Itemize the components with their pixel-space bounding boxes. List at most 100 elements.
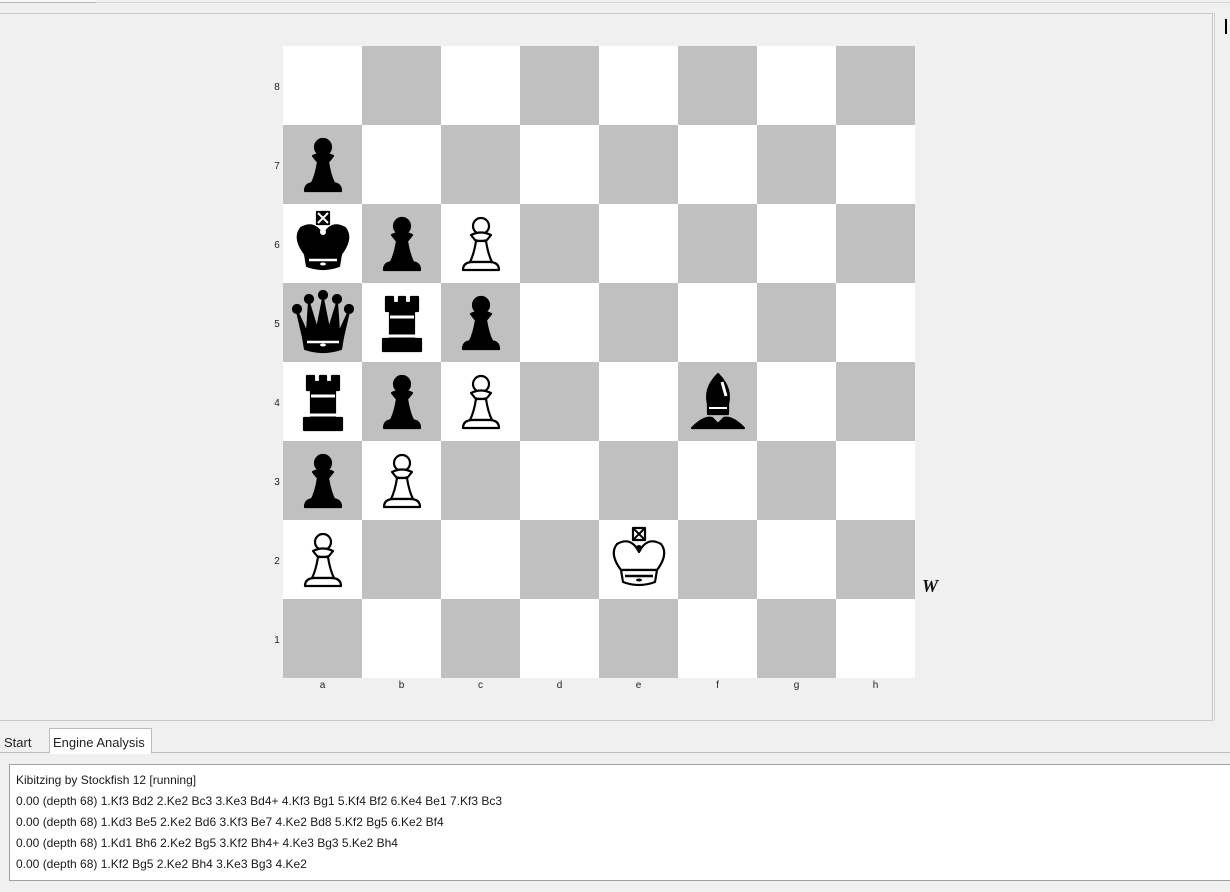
square-g1[interactable] <box>757 599 836 678</box>
black-pawn-icon[interactable] <box>441 283 520 362</box>
square-h4[interactable] <box>836 362 915 441</box>
square-a6[interactable] <box>283 204 362 283</box>
square-c1[interactable] <box>441 599 520 678</box>
square-b6[interactable] <box>362 204 441 283</box>
square-g8[interactable] <box>757 46 836 125</box>
square-b5[interactable] <box>362 283 441 362</box>
square-c3[interactable] <box>441 441 520 520</box>
black-rook-icon[interactable] <box>362 283 441 362</box>
square-h8[interactable] <box>836 46 915 125</box>
square-c8[interactable] <box>441 46 520 125</box>
black-pawn-icon[interactable] <box>362 362 441 441</box>
square-h3[interactable] <box>836 441 915 520</box>
white-pawn-icon[interactable] <box>441 362 520 441</box>
square-e5[interactable] <box>599 283 678 362</box>
square-a1[interactable] <box>283 599 362 678</box>
rank-label: 7 <box>274 161 280 172</box>
square-d3[interactable] <box>520 441 599 520</box>
square-f5[interactable] <box>678 283 757 362</box>
square-b4[interactable] <box>362 362 441 441</box>
square-b1[interactable] <box>362 599 441 678</box>
top-tab-stub[interactable] <box>0 0 96 3</box>
black-pawn-icon[interactable] <box>283 125 362 204</box>
square-a5[interactable] <box>283 283 362 362</box>
square-b2[interactable] <box>362 520 441 599</box>
square-b3[interactable] <box>362 441 441 520</box>
black-rook-icon[interactable] <box>283 362 362 441</box>
square-h7[interactable] <box>836 125 915 204</box>
square-f4[interactable] <box>678 362 757 441</box>
square-g4[interactable] <box>757 362 836 441</box>
square-f2[interactable] <box>678 520 757 599</box>
square-d6[interactable] <box>520 204 599 283</box>
square-b7[interactable] <box>362 125 441 204</box>
square-d5[interactable] <box>520 283 599 362</box>
square-e8[interactable] <box>599 46 678 125</box>
tab-start[interactable]: Start <box>0 728 46 753</box>
chess-board[interactable] <box>283 46 915 678</box>
side-to-move-indicator: W <box>922 576 939 596</box>
engine-analysis-output[interactable]: Kibitzing by Stockfish 12 [running] 0.00… <box>9 764 1230 881</box>
white-pawn-icon[interactable] <box>441 204 520 283</box>
square-g3[interactable] <box>757 441 836 520</box>
square-e6[interactable] <box>599 204 678 283</box>
square-e7[interactable] <box>599 125 678 204</box>
square-e4[interactable] <box>599 362 678 441</box>
square-f1[interactable] <box>678 599 757 678</box>
file-label: a <box>319 680 326 691</box>
square-h1[interactable] <box>836 599 915 678</box>
square-h5[interactable] <box>836 283 915 362</box>
square-g7[interactable] <box>757 125 836 204</box>
square-g6[interactable] <box>757 204 836 283</box>
file-label: c <box>478 680 483 691</box>
square-d8[interactable] <box>520 46 599 125</box>
square-d7[interactable] <box>520 125 599 204</box>
rank-label: 2 <box>274 556 280 567</box>
right-panel-splitter[interactable] <box>1214 13 1230 721</box>
square-h6[interactable] <box>836 204 915 283</box>
square-f8[interactable] <box>678 46 757 125</box>
bottom-tab-bar: Start Engine Analysis <box>0 728 1230 754</box>
rank-label: 5 <box>274 319 280 330</box>
square-a7[interactable] <box>283 125 362 204</box>
square-d1[interactable] <box>520 599 599 678</box>
square-c5[interactable] <box>441 283 520 362</box>
principal-variation-line: 0.00 (depth 68) 1.Kf2 Bg5 2.Ke2 Bh4 3.Ke… <box>16 857 307 871</box>
black-bishop-icon[interactable] <box>678 362 757 441</box>
square-c6[interactable] <box>441 204 520 283</box>
principal-variation-line: 0.00 (depth 68) 1.Kf3 Bd2 2.Ke2 Bc3 3.Ke… <box>16 794 503 808</box>
file-label: e <box>635 680 642 691</box>
tab-engine-analysis[interactable]: Engine Analysis <box>49 728 152 754</box>
square-a2[interactable] <box>283 520 362 599</box>
file-label: b <box>398 680 405 691</box>
top-tab-strip <box>0 0 1230 12</box>
square-a8[interactable] <box>283 46 362 125</box>
square-e1[interactable] <box>599 599 678 678</box>
black-pawn-icon[interactable] <box>362 204 441 283</box>
square-g5[interactable] <box>757 283 836 362</box>
rank-label: 6 <box>274 240 280 251</box>
square-f3[interactable] <box>678 441 757 520</box>
square-f6[interactable] <box>678 204 757 283</box>
text-cursor-icon <box>1225 19 1227 34</box>
square-h2[interactable] <box>836 520 915 599</box>
square-a4[interactable] <box>283 362 362 441</box>
square-c7[interactable] <box>441 125 520 204</box>
square-c4[interactable] <box>441 362 520 441</box>
black-king-icon[interactable] <box>283 204 362 283</box>
square-c2[interactable] <box>441 520 520 599</box>
square-g2[interactable] <box>757 520 836 599</box>
square-a3[interactable] <box>283 441 362 520</box>
square-d4[interactable] <box>520 362 599 441</box>
square-d2[interactable] <box>520 520 599 599</box>
white-pawn-icon[interactable] <box>362 441 441 520</box>
square-b8[interactable] <box>362 46 441 125</box>
white-king-icon[interactable] <box>599 520 678 599</box>
square-e2[interactable] <box>599 520 678 599</box>
square-e3[interactable] <box>599 441 678 520</box>
black-pawn-icon[interactable] <box>283 441 362 520</box>
rank-label: 8 <box>274 82 280 93</box>
square-f7[interactable] <box>678 125 757 204</box>
white-pawn-icon[interactable] <box>283 520 362 599</box>
black-queen-icon[interactable] <box>283 283 362 362</box>
